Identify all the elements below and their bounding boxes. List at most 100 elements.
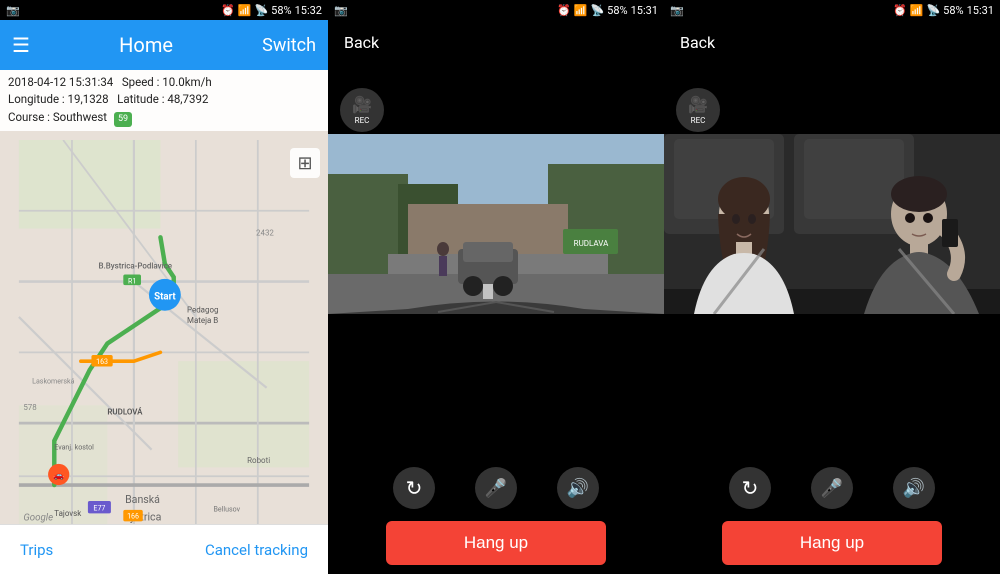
cam2-battery: 58% [943,4,963,17]
cam2-bottom-black [664,314,1000,458]
cam1-refresh-button[interactable]: ↻ [393,467,435,509]
cam2-rec-button[interactable]: 🎥 REC [676,88,720,132]
cam1-rec-area: 🎥 REC [328,84,664,134]
cam1-hangup-button[interactable]: Hang up [386,521,606,565]
map-camera-icon: 📷 [6,4,20,17]
cam2-rec-label: REC [691,116,706,125]
wifi-icon: 📶 [238,4,252,17]
cam2-wifi-icon: 📶 [910,4,924,17]
cam1-wifi-icon: 📶 [574,4,588,17]
camera-panel-interior: 📷 ⏰ 📶 📡 58% 15:31 Back 🎥 REC [664,0,1000,574]
menu-icon[interactable]: ☰ [12,33,30,57]
bottom-nav: Trips Cancel tracking [0,524,328,574]
cam2-controls: ↻ 🎤 🔊 [664,458,1000,518]
svg-text:Roboti: Roboti [247,456,270,465]
map-status-icons: ⏰ 📶 📡 58% 15:32 [221,4,322,17]
app-header: ☰ Home Switch [0,20,328,70]
speed-value: 10.0km/h [162,75,211,89]
camera-panel-front: 📷 ⏰ 📶 📡 58% 15:31 Back 🎥 REC [328,0,664,574]
map-layer-icon[interactable]: ⊞ [290,148,320,178]
svg-text:2432: 2432 [256,229,274,238]
cam1-mic-icon: 🎤 [485,478,507,499]
cam2-status-bar: 📷 ⏰ 📶 📡 58% 15:31 [664,0,1000,20]
cam2-back-button[interactable]: Back [680,33,715,52]
cam1-top-black [328,64,664,84]
cam1-speaker-button[interactable]: 🔊 [557,467,599,509]
cam2-camera-icon: 📷 [670,4,684,17]
svg-text:Evanj. kostol: Evanj. kostol [54,443,94,452]
cam1-refresh-icon: ↻ [406,476,423,500]
speed-label: Speed : [122,75,160,89]
cam2-mic-button[interactable]: 🎤 [811,467,853,509]
course-badge: 59 [114,112,132,128]
cancel-tracking-button[interactable]: Cancel tracking [205,541,308,559]
cam2-refresh-button[interactable]: ↻ [729,467,771,509]
datetime-value: 2018-04-12 15:31:34 [8,75,113,89]
cam1-alarm-icon: ⏰ [557,4,571,17]
map-panel: 📷 ⏰ 📶 📡 58% 15:32 ☰ Home Switch 2018-04-… [0,0,328,574]
cam1-hangup-bar: Hang up [328,518,664,574]
cam2-hangup-button[interactable]: Hang up [722,521,942,565]
trips-button[interactable]: Trips [20,541,53,559]
cam1-video-icon: 🎥 [352,95,372,114]
svg-text:Banská: Banská [125,493,160,506]
cam1-time: 15:31 [631,4,658,17]
lat-label: Latitude : [117,92,164,106]
battery-text: 58% [271,4,291,17]
cam2-signal-icon: 📡 [926,4,940,17]
cam1-mic-button[interactable]: 🎤 [475,467,517,509]
cam2-time: 15:31 [967,4,994,17]
map-view[interactable]: R1 163 Start 🚗 B.Bystrica-Podlavice Lask… [0,140,328,524]
course-line: Course : Southwest 59 [8,109,320,128]
cam2-video-icon: 🎥 [688,95,708,114]
cam1-back-button[interactable]: Back [344,33,379,52]
lon-label: Longitude : [8,92,65,106]
cam2-top-black [664,64,1000,84]
cam1-rec-button[interactable]: 🎥 REC [340,88,384,132]
app-title: Home [119,33,173,57]
cam1-controls: ↻ 🎤 🔊 [328,458,664,518]
cam1-battery: 58% [607,4,627,17]
cam2-hangup-bar: Hang up [664,518,1000,574]
svg-text:Laskomerská: Laskomerská [32,376,74,385]
datetime-line: 2018-04-12 15:31:34 Speed : 10.0km/h [8,74,320,91]
cam1-camera-icon: 📷 [334,4,348,17]
svg-text:578: 578 [23,403,37,412]
svg-text:E77: E77 [93,504,105,513]
cam1-rec-label: REC [355,116,370,125]
lat-value: 48,7392 [167,92,208,106]
location-info: 2018-04-12 15:31:34 Speed : 10.0km/h Lon… [0,70,328,131]
cam2-alarm-icon: ⏰ [893,4,907,17]
lon-value: 19,1328 [68,92,109,106]
svg-text:166: 166 [127,512,139,521]
switch-button[interactable]: Switch [262,35,316,56]
cam1-video-feed: RUDLAVA [328,134,664,314]
svg-text:RUDLAVA: RUDLAVA [574,239,609,248]
map-status-bar: 📷 ⏰ 📶 📡 58% 15:32 [0,0,328,20]
svg-text:Pedagog: Pedagog [187,306,218,315]
svg-text:R1: R1 [128,276,136,285]
alarm-icon: ⏰ [221,4,235,17]
cam2-video-feed [664,134,1000,314]
cam2-top-bar: Back [664,20,1000,64]
cam1-bottom-black [328,314,664,458]
cam2-speaker-icon: 🔊 [903,478,925,499]
svg-text:Google: Google [23,512,53,523]
svg-text:163: 163 [96,357,108,366]
svg-text:RUDLOVÁ: RUDLOVÁ [107,407,143,416]
svg-text:Start: Start [154,291,176,302]
cam1-speaker-icon: 🔊 [567,478,589,499]
cam2-refresh-icon: ↻ [742,476,759,500]
map-time: 15:32 [295,4,322,17]
svg-text:B.Bystrica-Podlavice: B.Bystrica-Podlavice [99,261,173,270]
svg-text:🚗: 🚗 [53,471,64,481]
signal-icon: 📡 [254,4,268,17]
cam1-signal-icon: 📡 [590,4,604,17]
course-value: Southwest [53,110,107,124]
coords-line: Longitude : 19,1328 Latitude : 48,7392 [8,91,320,108]
course-label: Course : [8,110,50,124]
cam2-rec-area: 🎥 REC [664,84,1000,134]
cam1-top-bar: Back [328,20,664,64]
cam2-speaker-button[interactable]: 🔊 [893,467,935,509]
svg-text:Bellusov: Bellusov [214,505,241,514]
